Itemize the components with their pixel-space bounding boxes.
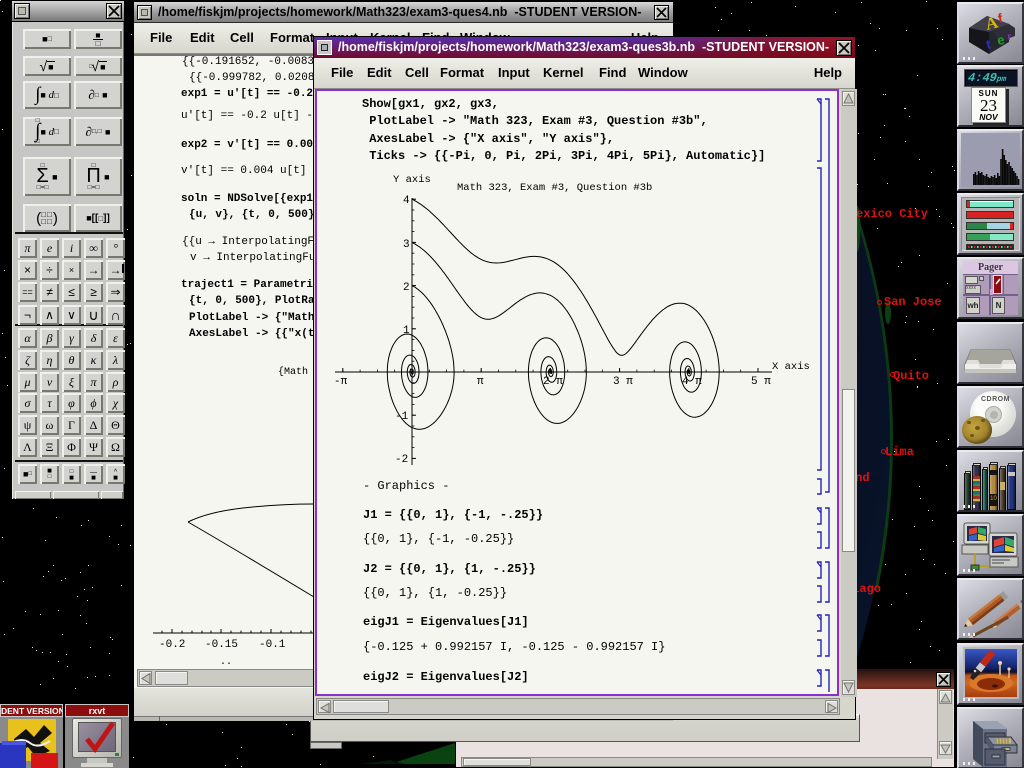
svg-text:2 π: 2 π: [543, 376, 563, 388]
svg-text:-0.1: -0.1: [259, 639, 286, 651]
svg-text:4 π: 4 π: [682, 376, 702, 388]
svg-text:Y axis: Y axis: [393, 174, 431, 186]
svg-text:1: 1: [403, 325, 410, 337]
svg-text:-1: -1: [395, 411, 409, 423]
svg-text:3: 3: [403, 239, 410, 251]
svg-text:-0.15: -0.15: [205, 639, 238, 651]
svg-text:X axis: X axis: [772, 361, 810, 373]
svg-text:-2: -2: [395, 454, 408, 466]
svg-text:Math 323, Exam #3, Question #3: Math 323, Exam #3, Question #3b: [457, 182, 652, 194]
svg-text:3 π: 3 π: [613, 376, 633, 388]
svg-text:2: 2: [403, 282, 410, 294]
svg-text:5 π: 5 π: [751, 376, 771, 388]
svg-text:..: ..: [220, 657, 232, 668]
svg-text:-0.2: -0.2: [159, 639, 185, 651]
svg-text:4: 4: [403, 195, 410, 207]
svg-text:-π: -π: [334, 376, 348, 388]
svg-text:π: π: [477, 376, 484, 388]
